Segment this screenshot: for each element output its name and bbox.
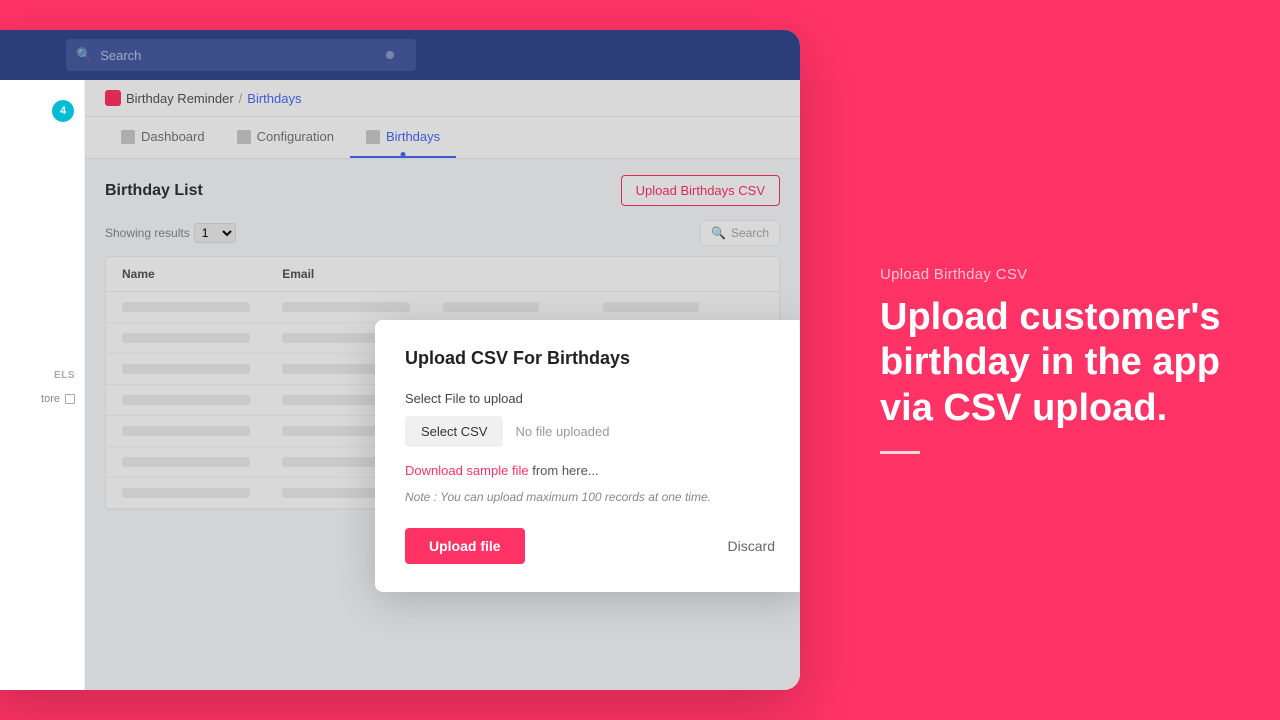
sidebar-section-els: ELS: [54, 370, 75, 381]
upload-file-button[interactable]: Upload file: [405, 528, 525, 564]
upload-csv-modal: Upload CSV For Birthdays Select File to …: [375, 320, 800, 592]
right-panel-divider: [880, 451, 920, 454]
file-field-label: Select File to upload: [405, 391, 775, 406]
app-topbar: 🔍: [0, 30, 800, 80]
download-suffix-text: from here...: [532, 463, 598, 478]
download-row: Download sample file from here...: [405, 463, 775, 478]
no-file-text: No file uploaded: [515, 424, 609, 439]
upload-note: Note : You can upload maximum 100 record…: [405, 490, 775, 504]
store-label: tore: [41, 393, 60, 405]
main-content: Birthday Reminder / Birthdays Dashboard …: [85, 80, 800, 690]
sidebar-bottom: ELS tore: [0, 370, 85, 405]
right-panel: Upload Birthday CSV Upload customer's bi…: [830, 0, 1280, 720]
right-panel-subtitle: Upload Birthday CSV: [880, 266, 1230, 283]
search-input[interactable]: [100, 48, 406, 63]
notification-badge[interactable]: 4: [52, 100, 74, 122]
external-link-icon: [65, 394, 75, 404]
modal-overlay: Upload CSV For Birthdays Select File to …: [85, 80, 800, 690]
select-csv-button[interactable]: Select CSV: [405, 416, 503, 447]
file-select-row: Select CSV No file uploaded: [405, 416, 775, 447]
sidebar-item-store[interactable]: tore: [41, 393, 75, 405]
download-sample-link[interactable]: Download sample file: [405, 463, 529, 478]
right-panel-title: Upload customer's birthday in the app vi…: [880, 295, 1230, 432]
discard-button[interactable]: Discard: [728, 538, 775, 554]
topbar-dot: [386, 51, 394, 59]
search-bar[interactable]: 🔍: [66, 39, 416, 71]
search-icon: 🔍: [76, 47, 92, 63]
app-screen: 🔍 4 ELS tore Birthday Reminder / Birthda…: [0, 30, 800, 690]
modal-actions: Upload file Discard: [405, 528, 775, 564]
modal-title: Upload CSV For Birthdays: [405, 348, 775, 369]
